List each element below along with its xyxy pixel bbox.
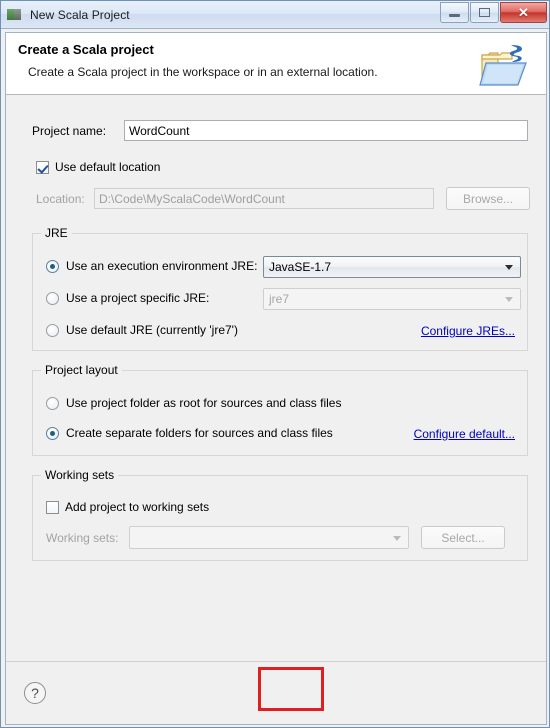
- close-icon: ✕: [518, 5, 529, 20]
- configure-jres-link[interactable]: Configure JREs...: [421, 324, 515, 338]
- browse-button[interactable]: Browse...: [446, 187, 530, 210]
- working-sets-group-title: Working sets: [41, 468, 119, 482]
- location-input[interactable]: D:\Code\MyScalaCode\WordCount: [94, 188, 434, 209]
- location-label: Location:: [36, 191, 85, 206]
- add-to-working-sets-checkbox[interactable]: [46, 500, 59, 514]
- working-sets-label: Working sets:: [46, 530, 119, 545]
- select-working-sets-button[interactable]: Select...: [421, 526, 505, 549]
- layout-project-folder-row[interactable]: Use project folder as root for sources a…: [46, 396, 341, 410]
- execution-env-combo[interactable]: JavaSE-1.7: [263, 256, 521, 278]
- project-specific-jre-value: jre7: [269, 292, 290, 306]
- chevron-down-icon: [505, 265, 513, 270]
- window-title: New Scala Project: [30, 7, 130, 22]
- window-controls: ✕: [439, 2, 547, 23]
- working-sets-row: Working sets: Select...: [46, 526, 505, 549]
- chevron-down-icon: [393, 535, 401, 541]
- add-to-working-sets-label: Add project to working sets: [65, 500, 210, 514]
- dialog-body: Project name: WordCount Use default loca…: [6, 95, 546, 661]
- add-to-working-sets-row[interactable]: Add project to working sets: [46, 500, 209, 514]
- project-specific-jre-combo[interactable]: jre7: [263, 288, 521, 310]
- jre-execution-env-label: Use an execution environment JRE:: [66, 259, 258, 273]
- help-icon[interactable]: ?: [24, 682, 46, 704]
- jre-project-specific-row[interactable]: Use a project specific JRE:: [46, 291, 209, 305]
- jre-default-label: Use default JRE (currently 'jre7'): [66, 323, 238, 337]
- page-description: Create a Scala project in the workspace …: [28, 65, 378, 79]
- jre-group-title: JRE: [41, 226, 72, 240]
- layout-separate-folders-radio[interactable]: [46, 426, 59, 440]
- page-title: Create a Scala project: [18, 42, 154, 57]
- jre-project-specific-radio[interactable]: [46, 291, 59, 305]
- project-name-input[interactable]: WordCount: [124, 120, 528, 141]
- dialog-frame: Create a Scala project Create a Scala pr…: [5, 32, 547, 725]
- project-name-label: Project name:: [32, 123, 107, 138]
- chevron-down-icon: [505, 297, 513, 302]
- close-button[interactable]: ✕: [500, 2, 547, 23]
- project-layout-group: Project layout Use project folder as roo…: [32, 363, 528, 456]
- minimize-icon: [449, 13, 460, 17]
- use-default-location-label: Use default location: [55, 160, 161, 174]
- jre-execution-env-row[interactable]: Use an execution environment JRE:: [46, 259, 257, 273]
- title-bar: New Scala Project ✕: [1, 1, 549, 29]
- layout-separate-folders-row[interactable]: Create separate folders for sources and …: [46, 426, 333, 440]
- working-sets-combo[interactable]: [129, 526, 409, 549]
- project-name-row: Project name: WordCount: [32, 120, 528, 141]
- layout-project-folder-label: Use project folder as root for sources a…: [66, 396, 342, 410]
- new-scala-project-dialog: New Scala Project ✕ Create a Scala proje…: [0, 0, 550, 728]
- use-default-location-row[interactable]: Use default location: [36, 160, 160, 174]
- scala-project-icon: [7, 7, 23, 23]
- minimize-button[interactable]: [440, 2, 469, 23]
- jre-group: JRE Use an execution environment JRE: Ja…: [32, 226, 528, 351]
- maximize-button[interactable]: [470, 2, 499, 23]
- use-default-location-checkbox[interactable]: [36, 160, 49, 174]
- jre-project-specific-label: Use a project specific JRE:: [66, 291, 210, 305]
- project-layout-group-title: Project layout: [41, 363, 122, 377]
- layout-separate-folders-label: Create separate folders for sources and …: [66, 426, 333, 440]
- dialog-button-bar: ? < Back Next > Finish Cancel: [6, 661, 546, 724]
- jre-default-row[interactable]: Use default JRE (currently 'jre7'): [46, 323, 238, 337]
- working-sets-group: Working sets Add project to working sets…: [32, 468, 528, 561]
- jre-execution-env-radio[interactable]: [46, 259, 59, 273]
- jre-default-radio[interactable]: [46, 323, 59, 337]
- maximize-icon: [479, 8, 490, 17]
- configure-default-link[interactable]: Configure default...: [414, 427, 515, 441]
- dialog-header: Create a Scala project Create a Scala pr…: [6, 33, 546, 95]
- scala-folder-icon: [478, 41, 530, 89]
- location-row: Location: D:\Code\MyScalaCode\WordCount …: [36, 187, 530, 210]
- layout-project-folder-radio[interactable]: [46, 396, 59, 410]
- execution-env-value: JavaSE-1.7: [269, 260, 332, 274]
